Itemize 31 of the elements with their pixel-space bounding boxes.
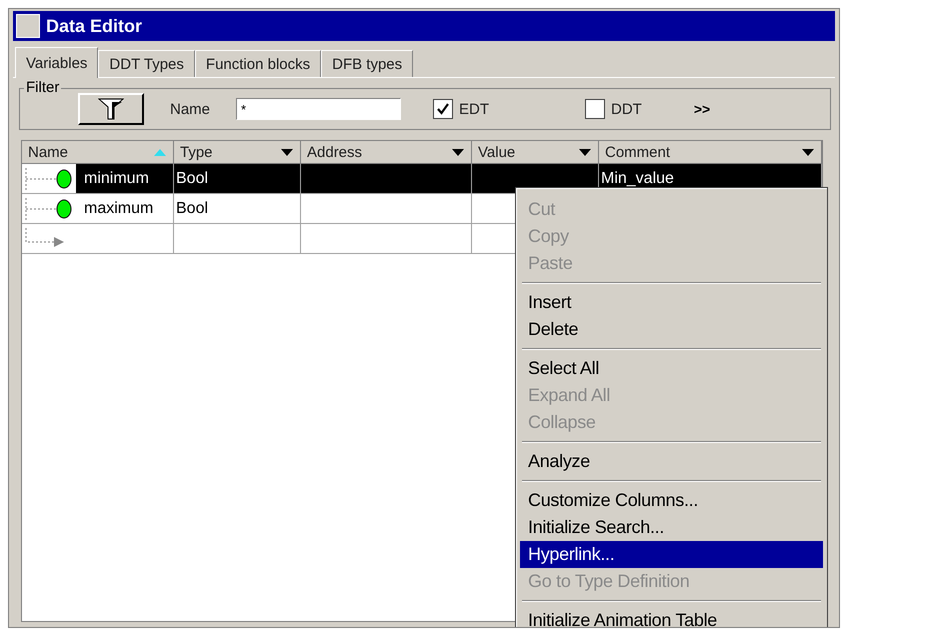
menu-item[interactable]: Initialize Search... [520, 514, 823, 541]
menu-item[interactable]: Select All [520, 355, 823, 382]
column-header[interactable]: Comment [599, 141, 822, 164]
column-header[interactable]: Type [174, 141, 301, 164]
checkbox[interactable] [585, 99, 606, 119]
tab[interactable]: DDT Types [98, 50, 195, 77]
name-filter-field[interactable]: * [236, 98, 402, 120]
menu-item[interactable]: Insert [520, 289, 823, 316]
column-header[interactable]: Name [22, 141, 174, 164]
table-cell: Bool [174, 194, 301, 224]
window-icon [16, 14, 40, 38]
funnel-icon [98, 98, 124, 120]
checkbox-label: DDT [611, 100, 642, 118]
filter-button[interactable] [78, 93, 144, 125]
table-cell: Bool [174, 164, 301, 194]
tab[interactable]: DFB types [321, 50, 414, 77]
menu-item[interactable]: Delete [520, 316, 823, 343]
more-button[interactable]: >> [694, 101, 710, 117]
table-cell: minimum [76, 164, 173, 193]
tab[interactable]: Variables [15, 47, 98, 78]
checkbox[interactable] [433, 99, 454, 119]
menu-item[interactable]: Initialize Animation Table [520, 607, 823, 627]
window-title: Data Editor [46, 16, 142, 36]
column-header[interactable]: Address [301, 141, 472, 164]
menu-item[interactable]: Hyperlink... [520, 541, 823, 568]
name-label: Name [170, 100, 210, 118]
checkbox-label: EDT [459, 100, 490, 118]
column-header[interactable]: Value [472, 141, 599, 164]
tab[interactable]: Function blocks [194, 50, 322, 77]
menu-item[interactable]: Customize Columns... [520, 487, 823, 514]
menu-item[interactable]: Analyze [520, 448, 823, 475]
